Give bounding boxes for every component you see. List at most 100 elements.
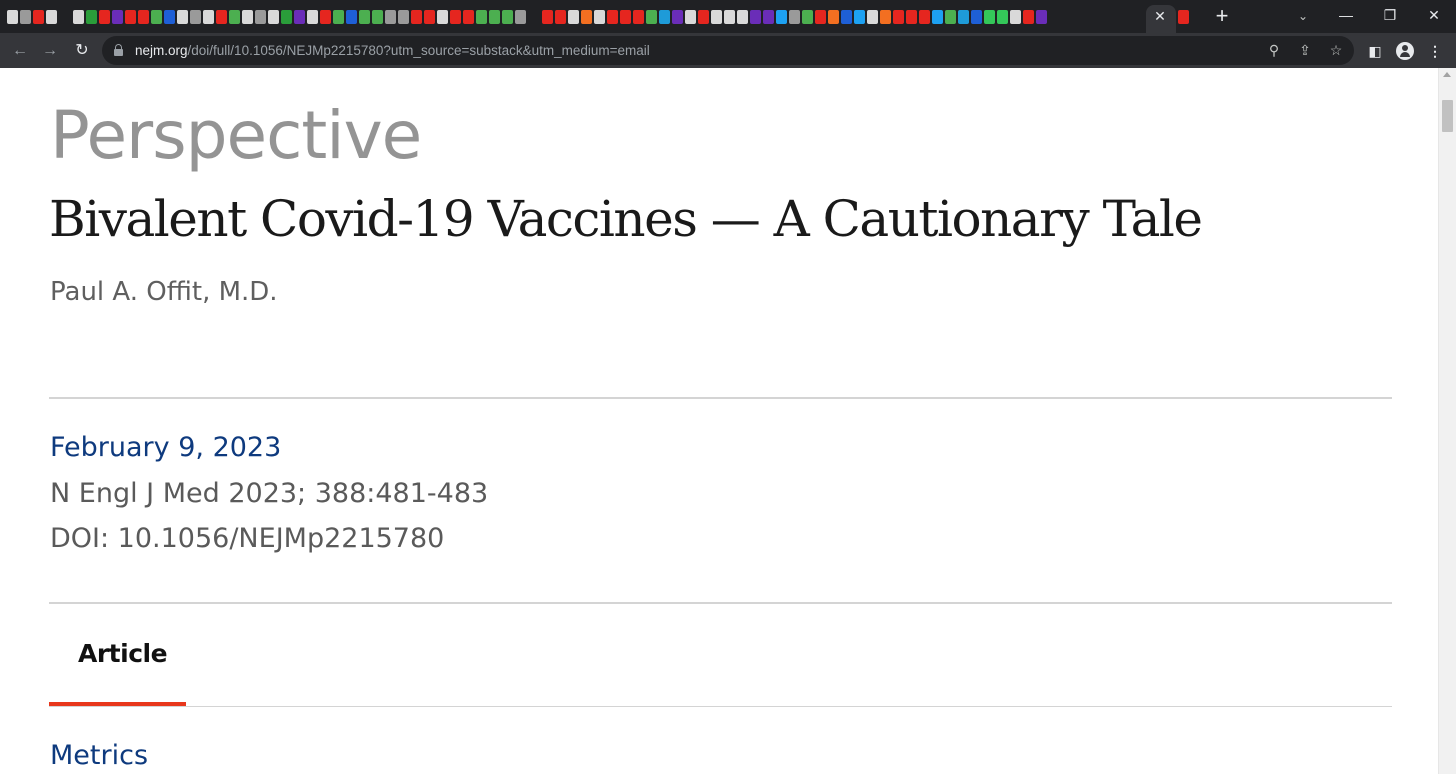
tab-favicon-icon[interactable]: [437, 10, 448, 24]
new-tab-button[interactable]: +: [1210, 5, 1234, 27]
tab-favicon-icon[interactable]: [724, 10, 735, 24]
zoom-icon[interactable]: ⚲: [1264, 40, 1284, 60]
share-icon[interactable]: ⇪: [1295, 40, 1315, 60]
side-panel-icon[interactable]: ◧: [1364, 40, 1386, 62]
scroll-thumb[interactable]: [1442, 100, 1453, 132]
address-bar[interactable]: nejm.org/doi/full/10.1056/NEJMp2215780?u…: [102, 36, 1354, 65]
tab-article[interactable]: Article: [49, 626, 186, 706]
tab-favicon-icon[interactable]: [372, 10, 383, 24]
tab-favicon-icon[interactable]: [190, 10, 201, 24]
tab-favicon-icon[interactable]: [346, 10, 357, 24]
forward-arrow-icon[interactable]: →: [38, 39, 62, 63]
tab-favicon-icon[interactable]: [932, 10, 943, 24]
tab-favicon-icon[interactable]: [398, 10, 409, 24]
tab-favicon-icon[interactable]: [86, 10, 97, 24]
tab-favicon-icon[interactable]: [242, 10, 253, 24]
tab-favicon-icon[interactable]: [568, 10, 579, 24]
tab-favicon-icon[interactable]: [841, 10, 852, 24]
close-window-button[interactable]: ✕: [1412, 0, 1456, 33]
tab-favicon-icon[interactable]: [945, 10, 956, 24]
tab-favicon-icon[interactable]: [320, 10, 331, 24]
tab-favicon-icon[interactable]: [789, 10, 800, 24]
tab-favicon-icon[interactable]: [919, 10, 930, 24]
tab-favicon-icon[interactable]: [151, 10, 162, 24]
tab-favicon-icon[interactable]: [828, 10, 839, 24]
tab-favicon-icon[interactable]: [20, 10, 31, 24]
browser-menu-icon[interactable]: ⋮: [1424, 40, 1446, 62]
tab-favicon-icon[interactable]: [685, 10, 696, 24]
tab-favicon-icon[interactable]: [906, 10, 917, 24]
tab-favicon-icon[interactable]: [229, 10, 240, 24]
tab-favicon-icon[interactable]: [46, 10, 57, 24]
tab-favicon-icon[interactable]: [307, 10, 318, 24]
tab-favicon-icon[interactable]: [737, 10, 748, 24]
tab-favicon-icon[interactable]: [1036, 10, 1047, 24]
tab-favicon-icon[interactable]: [867, 10, 878, 24]
tab-favicon-icon[interactable]: [489, 10, 500, 24]
tab-favicon-icon[interactable]: [763, 10, 774, 24]
tab-favicon-icon[interactable]: [607, 10, 618, 24]
tab-favicon-icon[interactable]: [73, 10, 84, 24]
tab-favicon-icon[interactable]: [984, 10, 995, 24]
tab-favicon-icon[interactable]: [476, 10, 487, 24]
tab-favicon-icon[interactable]: [359, 10, 370, 24]
metrics-link[interactable]: Metrics: [50, 738, 148, 774]
tab-favicon-icon[interactable]: [971, 10, 982, 24]
tab-favicon-icon[interactable]: [711, 10, 722, 24]
lock-icon[interactable]: [114, 44, 123, 56]
tab-favicon-icon[interactable]: [880, 10, 891, 24]
tab-favicon-icon[interactable]: [463, 10, 474, 24]
tab-favicon-icon[interactable]: [802, 10, 813, 24]
tab-favicon-icon[interactable]: [177, 10, 188, 24]
tab-favicon-icon[interactable]: [203, 10, 214, 24]
tab-search-icon[interactable]: ⌄: [1292, 6, 1314, 26]
tab-favicon-icon[interactable]: [542, 10, 553, 24]
tab-favicon-icon[interactable]: [255, 10, 266, 24]
tab-favicon-icon[interactable]: [515, 10, 526, 24]
scroll-up-arrow-icon[interactable]: [1443, 72, 1451, 77]
tab-favicon-icon[interactable]: [268, 10, 279, 24]
article-author[interactable]: Paul A. Offit, M.D.: [50, 274, 278, 310]
tab-favicon-icon[interactable]: [450, 10, 461, 24]
tab-favicon-icon[interactable]: [659, 10, 670, 24]
tab-favicon-icon[interactable]: [125, 10, 136, 24]
tab-favicon-icon[interactable]: [646, 10, 657, 24]
page-scrollbar[interactable]: [1438, 68, 1456, 774]
tab-favicon-icon[interactable]: [385, 10, 396, 24]
tab-favicon-icon[interactable]: [1010, 10, 1021, 24]
tab-favicon-icon[interactable]: [672, 10, 683, 24]
tab-favicon-icon[interactable]: [281, 10, 292, 24]
tab-favicon-icon[interactable]: [815, 10, 826, 24]
tab-favicon-icon[interactable]: [698, 10, 709, 24]
tab-favicon-icon[interactable]: [7, 10, 18, 24]
profile-avatar-icon[interactable]: [1394, 40, 1416, 62]
back-arrow-icon[interactable]: ←: [8, 39, 32, 63]
tab-favicon-icon[interactable]: [893, 10, 904, 24]
tab-favicon-icon[interactable]: [1023, 10, 1034, 24]
tab-favicon-icon[interactable]: [216, 10, 227, 24]
tab-favicon-icon[interactable]: [594, 10, 605, 24]
tab-favicon-icon[interactable]: [333, 10, 344, 24]
close-tab-icon[interactable]: ✕: [1152, 8, 1168, 24]
tab-favicon-icon[interactable]: [581, 10, 592, 24]
tab-favicon-icon[interactable]: [750, 10, 761, 24]
tab-favicon-icon[interactable]: [502, 10, 513, 24]
tab-favicon-icon[interactable]: [633, 10, 644, 24]
tab-favicon-icon[interactable]: [294, 10, 305, 24]
url-text[interactable]: nejm.org/doi/full/10.1056/NEJMp2215780?u…: [135, 42, 650, 59]
tab-favicon-icon[interactable]: [997, 10, 1008, 24]
tab-favicon-icon[interactable]: [164, 10, 175, 24]
tab-favicon-icon[interactable]: [112, 10, 123, 24]
tab-favicon-icon[interactable]: [424, 10, 435, 24]
tab-favicon-icon[interactable]: [411, 10, 422, 24]
tab-favicon-icon[interactable]: [33, 10, 44, 24]
tab-favicon-icon[interactable]: [958, 10, 969, 24]
tab-favicon-icon[interactable]: [620, 10, 631, 24]
minimize-window-button[interactable]: —: [1324, 0, 1368, 33]
tab-favicon-icon[interactable]: [776, 10, 787, 24]
tab-favicon-icon[interactable]: [854, 10, 865, 24]
tab-favicon-icon[interactable]: [1178, 10, 1189, 24]
bookmark-star-icon[interactable]: ☆: [1326, 40, 1346, 60]
maximize-window-button[interactable]: ❐: [1368, 0, 1412, 33]
tab-favicon-icon[interactable]: [555, 10, 566, 24]
